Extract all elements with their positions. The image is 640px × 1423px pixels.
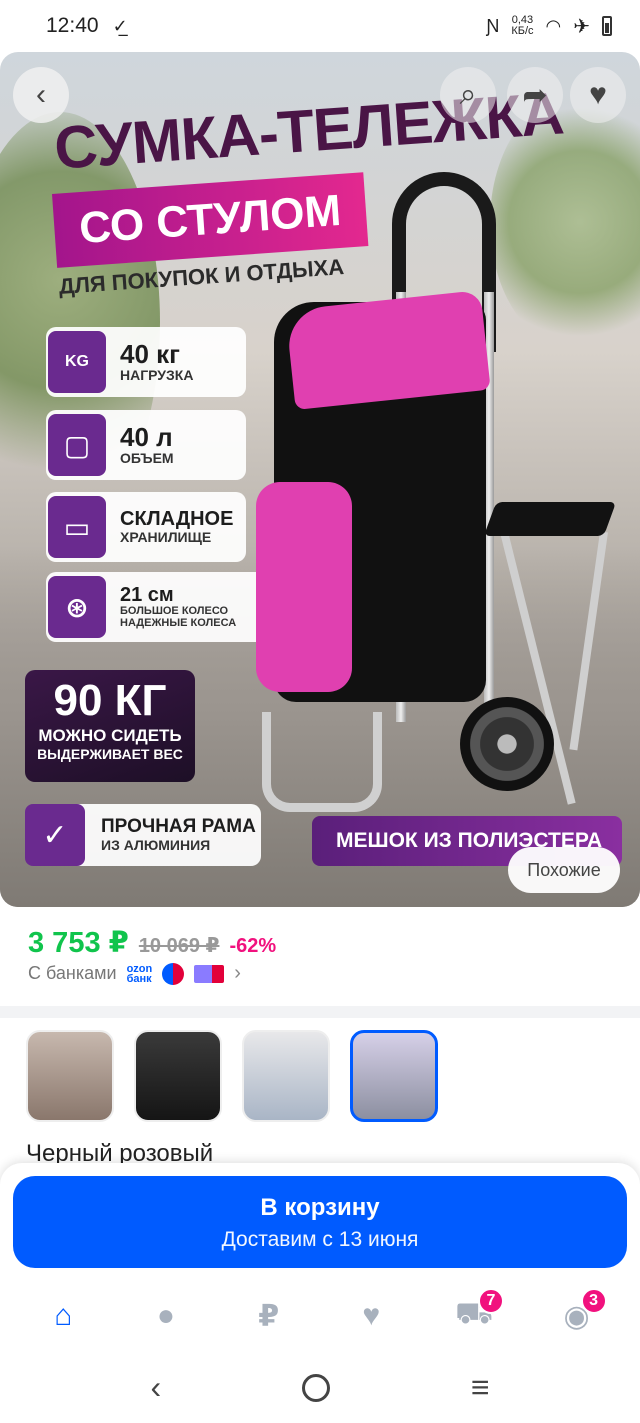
download-done-icon: ✓̲: [112, 15, 128, 36]
similar-button[interactable]: Похожие: [508, 847, 620, 893]
frame-badge: ✓ ПРОЧНАЯ РАМА ИЗ АЛЮМИНИЯ: [25, 804, 261, 866]
feature-load-value: 40 кг: [120, 339, 180, 369]
feature-wheel: ⊛ 21 см БОЛЬШОЕ КОЛЕСО НАДЕЖНЫЕ КОЛЕСА: [46, 572, 274, 642]
feature-volume: ▢ 40 л ОБЪЕМ: [46, 410, 246, 480]
network-speed: 0,43 КБ/с: [511, 15, 533, 37]
feature-volume-label: ОБЪЕМ: [120, 450, 174, 467]
share-button[interactable]: ➦: [507, 67, 563, 123]
storage-box-icon: ▭: [48, 496, 106, 558]
wheel-icon: ⊛: [48, 576, 106, 638]
search-icon: ⌕: [459, 78, 477, 111]
price-row: 3 753 ₽ 10 069 ₽ -62%: [28, 925, 276, 960]
product-cart-illustration: [250, 172, 630, 812]
chair-seat: [483, 502, 617, 536]
nav-profile[interactable]: ◉ 3: [547, 1286, 607, 1346]
add-to-cart-panel: В корзину Доставим с 13 июня: [0, 1163, 640, 1280]
nav-home[interactable]: ⌂: [33, 1286, 93, 1346]
feature-wheel-label-2: НАДЕЖНЫЕ КОЛЕСА: [120, 616, 237, 629]
chevron-left-icon: ‹: [36, 78, 46, 111]
ozon-bank-logo: ozon банк: [126, 962, 153, 985]
discount-percent: -62%: [229, 935, 277, 957]
feature-folding-value: СКЛАДНОЕ: [120, 508, 234, 531]
bank-offer-label: С банками: [28, 963, 117, 983]
share-icon: ➦: [522, 78, 548, 112]
feature-folding-label: ХРАНИЛИЩЕ: [120, 529, 212, 546]
bank-card-icon: [194, 964, 225, 983]
feature-folding: ▭ СКЛАДНОЕ ХРАНИЛИЩЕ: [46, 492, 246, 562]
variant-thumbnail-2[interactable]: [134, 1030, 222, 1122]
nav-finance[interactable]: ₽: [239, 1286, 299, 1346]
system-back-icon[interactable]: ‹: [150, 1369, 161, 1406]
weight-capacity-badge: 90 КГ МОЖНО СИДЕТЬ ВЫДЕРЖИВАЕТ ВЕС: [25, 670, 195, 782]
weight-icon: KG: [48, 331, 106, 393]
add-to-cart-button[interactable]: В корзину Доставим с 13 июня: [13, 1176, 627, 1268]
weight-capacity-line2: ВЫДЕРЖИВАЕТ ВЕС: [37, 746, 183, 762]
status-bar: 12:40 ✓̲ Ɲ 0,43 КБ/с ◠ ✈: [0, 0, 640, 52]
airplane-icon: ✈: [573, 15, 590, 38]
nfc-icon: Ɲ: [486, 15, 500, 36]
feature-wheel-label: БОЛЬШОЕ КОЛЕСО: [120, 604, 229, 617]
feature-load: KG 40 кг НАГРУЗКА: [46, 327, 246, 397]
variant-thumbnail-1[interactable]: [26, 1030, 114, 1122]
wifi-icon: ◠: [545, 15, 562, 36]
favorite-button[interactable]: ♥: [570, 67, 626, 123]
nav-fresh[interactable]: ●: [136, 1286, 196, 1346]
system-navigation: ‹ ≡: [0, 1352, 640, 1423]
weight-capacity-line1: МОЖНО СИДЕТЬ: [38, 726, 182, 745]
cart-wheel: [460, 697, 554, 791]
nav-favorites[interactable]: ♥: [341, 1286, 401, 1346]
apple-icon: ●: [156, 1299, 176, 1332]
bottom-navigation: ⌂ ● ₽ ♥ ⛟ 7 ◉ 3: [0, 1280, 640, 1352]
delivery-date: Доставим с 13 июня: [221, 1228, 419, 1251]
feature-wheel-value: 21 см: [120, 583, 174, 606]
cart-bag-pocket: [256, 482, 352, 692]
sbp-icon: [162, 962, 185, 985]
chair-leg-2: [569, 531, 608, 751]
status-right-icons: Ɲ 0,43 КБ/с ◠ ✈: [486, 14, 612, 39]
feature-load-label: НАГРУЗКА: [120, 367, 194, 384]
battery-icon: [602, 16, 612, 36]
cube-icon: ▢: [48, 414, 106, 476]
feature-volume-value: 40 л: [120, 422, 173, 452]
status-time: 12:40: [46, 14, 99, 37]
heart-icon: ♥: [362, 1299, 381, 1332]
ozon-bank-line2: банк: [126, 972, 152, 985]
product-image[interactable]: СУМКА-ТЕЛЕЖКА СО СТУЛОМ ДЛЯ ПОКУПОК И ОТ…: [0, 52, 640, 907]
cart-bag-lid: [285, 290, 491, 410]
network-speed-unit: КБ/с: [511, 25, 534, 37]
variant-thumbnail-3[interactable]: [242, 1030, 330, 1122]
home-icon: ⌂: [54, 1299, 73, 1332]
back-button[interactable]: ‹: [13, 67, 69, 123]
ozon-bank-line1: ozon: [126, 962, 153, 975]
system-home-icon[interactable]: [301, 1373, 330, 1402]
add-to-cart-label: В корзину: [260, 1194, 380, 1221]
current-price: 3 753 ₽: [28, 927, 129, 959]
system-menu-icon[interactable]: ≡: [471, 1369, 490, 1406]
heart-icon: ♥: [589, 78, 607, 111]
cart-count-badge: 7: [477, 1288, 504, 1314]
ruble-icon: ₽: [258, 1299, 280, 1333]
bank-offer-row[interactable]: С банками ozon банк ›: [28, 962, 241, 985]
frame-subtitle: ИЗ АЛЮМИНИЯ: [101, 836, 211, 853]
cart-base: [262, 712, 382, 812]
shield-check-icon: ✓: [25, 804, 85, 866]
old-price: 10 069 ₽: [138, 935, 220, 957]
variant-thumbnail-selected[interactable]: [350, 1030, 438, 1122]
frame-title: ПРОЧНАЯ РАМА: [101, 815, 256, 837]
profile-count-badge: 3: [580, 1288, 607, 1314]
weight-capacity-value: 90 КГ: [53, 676, 167, 725]
variant-selector: [26, 1030, 438, 1122]
search-button[interactable]: ⌕: [440, 67, 496, 123]
chevron-right-icon: ›: [234, 962, 241, 984]
section-divider: [0, 1006, 640, 1018]
nav-cart[interactable]: ⛟ 7: [444, 1286, 504, 1346]
